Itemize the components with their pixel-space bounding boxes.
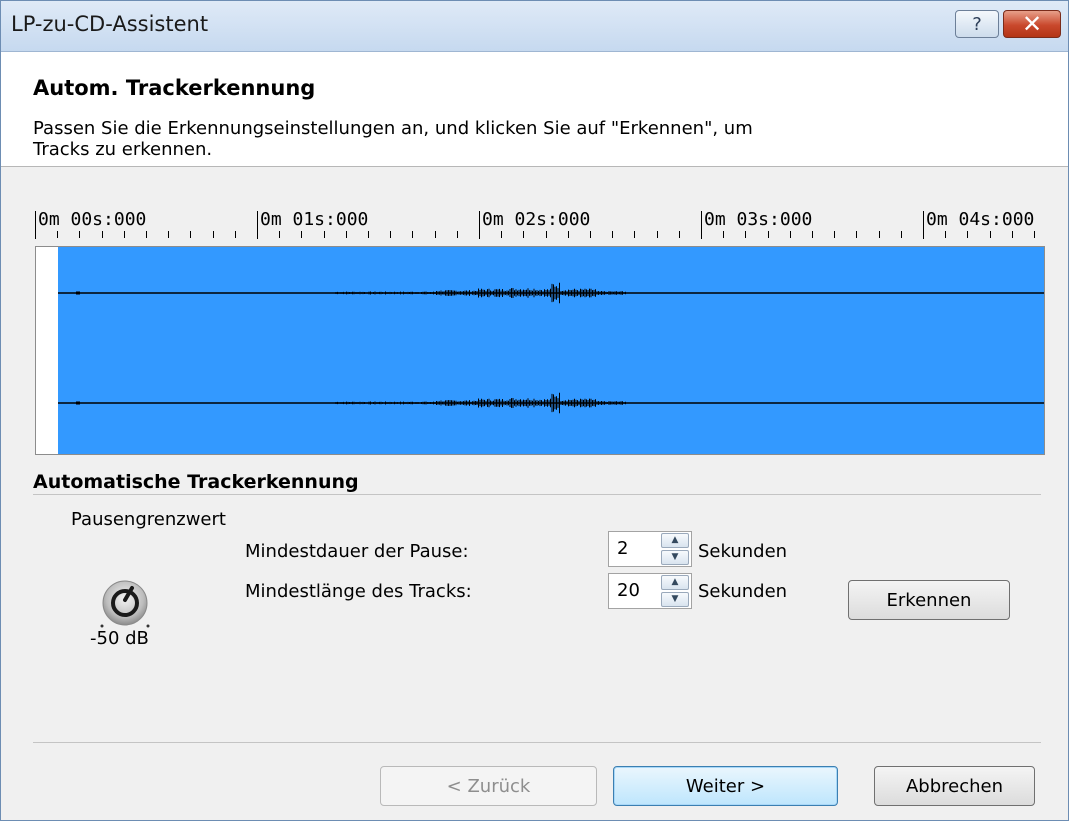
ruler-minor-tick [146, 231, 147, 238]
spin-down-button[interactable]: ▼ [661, 592, 689, 607]
detect-button[interactable]: Erkennen [848, 580, 1010, 620]
ruler-minor-tick [678, 231, 680, 238]
ruler-minor-tick [789, 231, 791, 238]
ruler-minor-tick [323, 231, 325, 238]
ruler-minor-tick [634, 231, 636, 238]
ruler-major-tick [35, 211, 36, 239]
help-button[interactable]: ? [955, 10, 999, 38]
arrow-down-icon: ▼ [671, 552, 679, 562]
close-button[interactable]: ✕ [1003, 10, 1061, 38]
ruler-minor-tick [57, 231, 59, 238]
ruler-minor-tick [989, 231, 991, 238]
ruler-minor-tick [900, 231, 902, 238]
threshold-label: Pausengrenzwert [71, 509, 226, 530]
wizard-window: LP-zu-CD-Assistent ? ✕ Autom. Trackerken… [0, 0, 1069, 821]
ruler-minor-tick [301, 231, 303, 238]
ruler-major-tick [257, 211, 258, 239]
ruler-major-tick [701, 211, 702, 239]
min-track-label: Mindestlänge des Tracks: [245, 581, 472, 602]
spin-up-button[interactable]: ▲ [661, 575, 689, 590]
ruler-minor-tick [612, 231, 614, 238]
wizard-header: Autom. Trackerkennung Passen Sie die Erk… [1, 52, 1068, 167]
window-title: LP-zu-CD-Assistent [11, 12, 209, 36]
ruler-minor-tick [123, 231, 125, 238]
ruler-time-label: 0m 01s:000 [260, 209, 369, 230]
ruler-time-label: 0m 02s:000 [482, 209, 591, 230]
min-track-spinner[interactable]: 20 ▲ ▼ [608, 573, 692, 609]
ruler-minor-tick [545, 231, 547, 238]
ruler-minor-tick [812, 231, 813, 238]
min-pause-spinner[interactable]: 2 ▲ ▼ [608, 531, 692, 567]
ruler-minor-tick [1034, 231, 1035, 238]
page-title: Autom. Trackerkennung [33, 76, 316, 100]
back-button[interactable]: < Zurück [380, 766, 597, 806]
ruler-minor-tick [368, 231, 369, 238]
ruler-minor-tick [434, 231, 436, 238]
spin-down-button[interactable]: ▼ [661, 550, 689, 565]
ruler-minor-tick [745, 231, 747, 238]
ruler-minor-tick [390, 231, 392, 238]
ruler-minor-tick [212, 231, 214, 238]
ruler-minor-tick [656, 231, 658, 238]
ruler-minor-tick [345, 231, 347, 238]
ruler-minor-tick [967, 231, 969, 238]
arrow-down-icon: ▼ [671, 594, 679, 604]
spinner-buttons: ▲ ▼ [661, 532, 691, 566]
cancel-button[interactable]: Abbrechen [874, 766, 1035, 806]
ruler-minor-tick [168, 231, 170, 238]
ruler-minor-tick [567, 231, 569, 238]
close-icon: ✕ [1021, 10, 1043, 38]
ruler-minor-tick [834, 231, 836, 238]
section-title: Automatische Trackerkennung [33, 471, 359, 493]
ruler-minor-tick [1011, 231, 1013, 238]
timeline-ruler: 0m 00s:000 0m 01s:000 0m 02s:000 0m 03s:000… [35, 206, 1045, 246]
ruler-major-tick [923, 211, 924, 239]
page-description: Passen Sie die Erkennungseinstellungen a… [33, 118, 753, 160]
min-pause-value: 2 [617, 538, 629, 559]
ruler-time-label: 0m 04s:000 [926, 209, 1035, 230]
ruler-minor-tick [456, 231, 458, 238]
ruler-minor-tick [412, 231, 414, 238]
waveform-display[interactable] [35, 246, 1045, 455]
arrow-up-icon: ▲ [671, 577, 679, 587]
ruler-minor-tick [856, 231, 858, 238]
ruler-minor-tick [501, 231, 503, 238]
ruler-minor-tick [234, 231, 236, 238]
ruler-minor-tick [190, 231, 192, 238]
spinner-buttons: ▲ ▼ [661, 574, 691, 608]
footer-divider [33, 742, 1041, 743]
waveform-graph [58, 282, 1044, 414]
title-bar: LP-zu-CD-Assistent ? ✕ [1, 1, 1068, 52]
min-pause-unit: Sekunden [698, 541, 788, 562]
next-button[interactable]: Weiter > [613, 766, 838, 806]
threshold-value: -50 dB [90, 628, 149, 649]
ruler-minor-tick [279, 231, 281, 238]
min-track-unit: Sekunden [698, 581, 788, 602]
section-divider [33, 494, 1041, 495]
ruler-minor-tick [101, 231, 103, 238]
spin-up-button[interactable]: ▲ [661, 533, 689, 548]
ruler-time-label: 0m 00s:000 [38, 209, 147, 230]
ruler-time-label: 0m 03s:000 [704, 209, 813, 230]
ruler-minor-tick [723, 231, 725, 238]
ruler-minor-tick [590, 231, 591, 238]
ruler-minor-tick [523, 231, 525, 238]
ruler-minor-tick [767, 231, 769, 238]
min-track-value: 20 [617, 580, 640, 601]
ruler-major-tick [479, 211, 480, 239]
ruler-minor-tick [79, 231, 81, 238]
help-icon: ? [972, 13, 982, 35]
ruler-minor-tick [878, 231, 880, 238]
ruler-minor-tick [945, 231, 947, 238]
arrow-up-icon: ▲ [671, 535, 679, 545]
min-pause-label: Mindestdauer der Pause: [245, 541, 469, 562]
